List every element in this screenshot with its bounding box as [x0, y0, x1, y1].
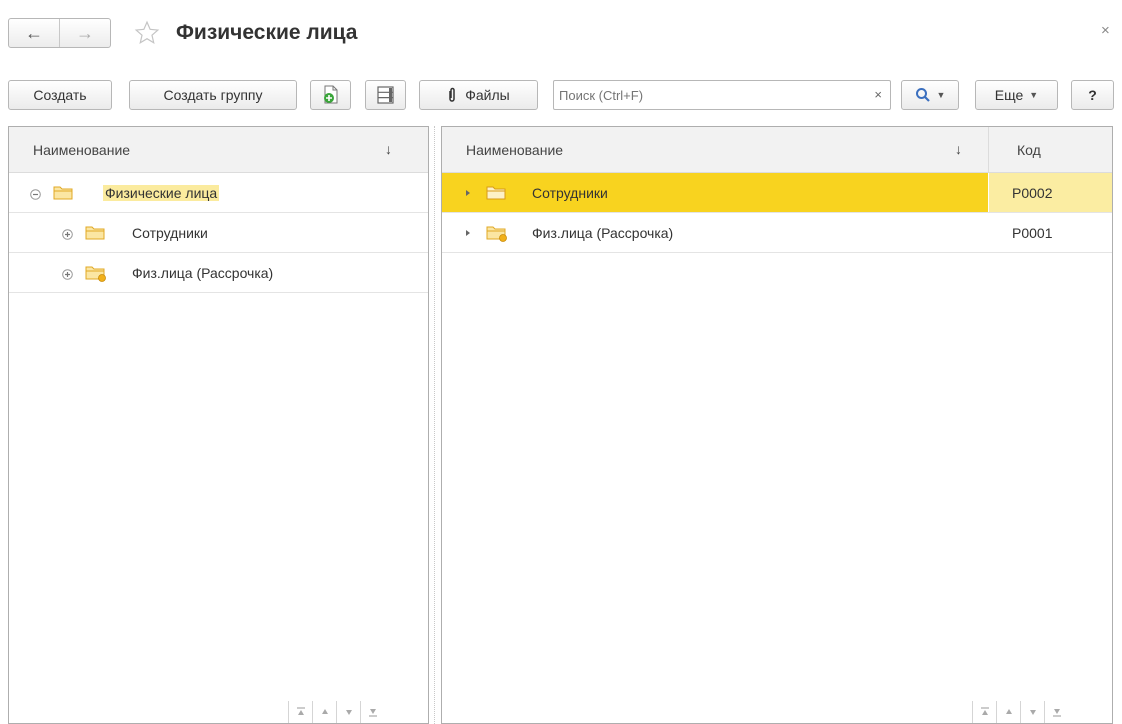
page-title: Физические лица — [176, 21, 358, 44]
search-options-button[interactable]: ▼ — [901, 80, 959, 110]
expand-arrow-icon[interactable] — [466, 230, 470, 236]
title-bar: ← → Физические лица × — [0, 0, 1122, 66]
create-copy-button[interactable] — [310, 80, 351, 110]
groups-tree-panel: Наименование ↓ Физические лица Сотрудник… — [8, 126, 429, 724]
chevron-down-icon: ▼ — [936, 90, 946, 100]
scroll-down-icon — [1029, 710, 1036, 715]
tree-row[interactable]: Сотрудники — [9, 213, 428, 253]
arrow-left-icon: ← — [25, 23, 43, 43]
toolbar: Создать Создать группу Файлы × — [0, 78, 1122, 114]
search-icon — [915, 87, 931, 103]
folder-special-icon — [85, 264, 107, 285]
create-button[interactable]: Создать — [8, 80, 112, 110]
more-label: Еще — [994, 87, 1024, 103]
scroll-top-icon — [980, 707, 989, 715]
expand-icon[interactable] — [62, 227, 73, 243]
search-input[interactable] — [554, 81, 844, 109]
scroll-bottom-button[interactable] — [1044, 701, 1068, 723]
list-item-code: Р0002 — [1012, 185, 1053, 201]
navigation-buttons: ← → — [8, 18, 111, 48]
tree-item-label: Физ.лица (Рассрочка) — [132, 265, 274, 281]
collapse-icon[interactable] — [30, 187, 41, 203]
list-header: Наименование ↓ Код — [442, 127, 1112, 173]
files-label: Файлы — [465, 87, 510, 103]
tree-column-name-header[interactable]: Наименование — [33, 127, 130, 173]
scroll-up-button[interactable] — [996, 701, 1020, 723]
chevron-down-icon: ▼ — [1029, 90, 1039, 100]
scroll-top-button[interactable] — [972, 701, 996, 723]
column-separator[interactable] — [988, 127, 989, 173]
scroll-top-icon — [296, 707, 305, 715]
scroll-down-button[interactable] — [336, 701, 360, 723]
list-row[interactable]: Физ.лица (Рассрочка) Р0001 — [442, 213, 1112, 253]
panel-splitter[interactable] — [434, 126, 435, 724]
forward-button[interactable]: → — [59, 19, 110, 47]
sort-indicator: ↓ — [385, 141, 392, 157]
expand-icon[interactable] — [62, 267, 73, 283]
folder-icon — [486, 184, 506, 203]
paperclip-icon — [447, 87, 457, 103]
tree-row[interactable]: Физ.лица (Рассрочка) — [9, 253, 428, 293]
scroll-up-icon — [321, 709, 328, 714]
arrow-right-icon: → — [76, 23, 94, 43]
scroll-up-icon — [1005, 709, 1012, 714]
tree-item-label: Сотрудники — [132, 225, 208, 241]
scroll-bottom-icon — [368, 709, 377, 717]
scroll-down-icon — [345, 710, 352, 715]
tree-row[interactable]: Физические лица — [9, 173, 428, 213]
document-add-icon — [322, 85, 340, 105]
list-item-code: Р0001 — [1012, 225, 1053, 241]
list-column-name-header[interactable]: Наименование — [466, 127, 563, 173]
sort-indicator: ↓ — [955, 141, 962, 157]
clear-search-button[interactable]: × — [874, 87, 882, 102]
list-mode-button[interactable] — [365, 80, 406, 110]
scroll-bottom-icon — [1052, 709, 1061, 717]
scroll-up-button[interactable] — [312, 701, 336, 723]
list-row[interactable]: Сотрудники Р0002 — [442, 173, 1112, 213]
help-button[interactable]: ? — [1071, 80, 1114, 110]
list-scroll-buttons — [288, 701, 384, 723]
more-button[interactable]: Еще ▼ — [975, 80, 1058, 110]
folder-icon — [85, 224, 105, 243]
folder-special-icon — [486, 224, 508, 245]
back-button[interactable]: ← — [9, 19, 59, 47]
tree-item-label: Физические лица — [103, 185, 220, 201]
search-field[interactable]: × — [553, 80, 891, 110]
close-button[interactable]: × — [1101, 22, 1110, 39]
favorite-star-icon[interactable] — [134, 20, 160, 46]
files-button[interactable]: Файлы — [419, 80, 538, 110]
create-group-button[interactable]: Создать группу — [129, 80, 297, 110]
list-scroll-buttons — [972, 701, 1068, 723]
list-view-icon — [376, 85, 396, 105]
scroll-down-button[interactable] — [1020, 701, 1044, 723]
items-list-panel: Наименование ↓ Код Сотрудники Р0002 Физ.… — [441, 126, 1113, 724]
folder-icon — [53, 184, 73, 203]
scroll-bottom-button[interactable] — [360, 701, 384, 723]
selected-name-cell — [442, 173, 988, 212]
list-column-code-header[interactable]: Код — [1017, 127, 1041, 173]
list-item-name: Сотрудники — [532, 185, 608, 201]
tree-header: Наименование ↓ — [9, 127, 428, 173]
list-item-name: Физ.лица (Рассрочка) — [532, 225, 674, 241]
scroll-top-button[interactable] — [288, 701, 312, 723]
expand-arrow-icon[interactable] — [466, 190, 470, 196]
